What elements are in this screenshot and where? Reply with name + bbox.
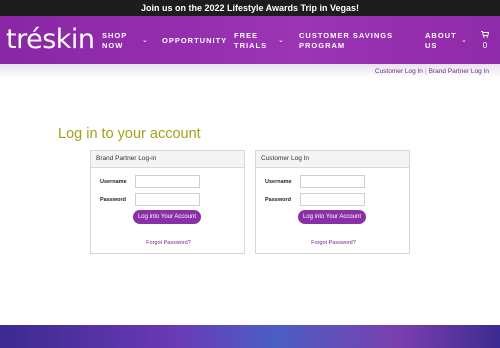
nav-about-us-line2: US xyxy=(425,41,438,50)
password-label: Password xyxy=(265,197,291,203)
nav-shop-now-line1: SHOP xyxy=(102,31,128,40)
chevron-down-icon[interactable]: ⌄ xyxy=(461,36,467,44)
nav-customer-savings-line2: PROGRAM xyxy=(299,41,346,50)
customer-login-panel: Customer Log In Username Password Log in… xyxy=(255,150,410,254)
password-label: Password xyxy=(100,197,126,203)
cart-icon xyxy=(481,31,490,38)
breadcrumb-brand-partner-login[interactable]: Brand Partner Log In xyxy=(429,68,489,75)
nav-about-us[interactable]: ABOUT US xyxy=(425,31,457,51)
brand-partner-login-panel: Brand Partner Log-in Username Password L… xyxy=(90,150,245,254)
brand-partner-username-input[interactable] xyxy=(135,175,200,188)
breadcrumb: Customer Log In | Brand Partner Log In xyxy=(375,68,489,75)
nav-opportunity-label: OPPORTUNITY xyxy=(162,36,228,45)
brand-partner-login-button[interactable]: Log into Your Account xyxy=(133,210,201,224)
customer-username-input[interactable] xyxy=(300,175,365,188)
customer-forgot-password-link[interactable]: Forgot Password? xyxy=(256,240,411,246)
brand-partner-password-input[interactable] xyxy=(135,193,200,206)
nav-free-trials-line1: FREE xyxy=(234,31,259,40)
nav-free-trials-line2: TRIALS xyxy=(234,41,268,50)
breadcrumb-separator: | xyxy=(424,68,427,75)
nav-about-us-line1: ABOUT xyxy=(425,31,457,40)
panel-heading: Customer Log In xyxy=(256,151,409,168)
customer-password-input[interactable] xyxy=(300,193,365,206)
chevron-down-icon[interactable]: ⌄ xyxy=(278,36,284,44)
nav-opportunity[interactable]: OPPORTUNITY xyxy=(162,36,227,46)
username-label: Username xyxy=(100,179,127,185)
page-title: Log in to your account xyxy=(58,126,201,142)
nav-customer-savings-program[interactable]: CUSTOMER SAVINGS PROGRAM xyxy=(299,31,393,51)
brand-logo[interactable]: tréskin xyxy=(6,24,95,55)
announcement-bar[interactable]: Join us on the 2022 Lifestyle Awards Tri… xyxy=(0,0,500,16)
username-label: Username xyxy=(265,179,292,185)
brand-partner-forgot-password-link[interactable]: Forgot Password? xyxy=(91,240,246,246)
cart-button[interactable]: 0 xyxy=(480,31,490,51)
nav-shop-now-line2: NOW xyxy=(102,41,124,50)
nav-shop-now[interactable]: SHOP NOW xyxy=(102,31,127,51)
cart-count: 0 xyxy=(482,41,488,50)
breadcrumb-customer-login[interactable]: Customer Log In xyxy=(375,68,423,75)
main-navigation: tréskin SHOP NOW ⌄ OPPORTUNITY FREE TRIA… xyxy=(0,16,500,64)
customer-login-button[interactable]: Log into Your Account xyxy=(298,210,366,224)
panel-heading: Brand Partner Log-in xyxy=(91,151,244,168)
nav-free-trials[interactable]: FREE TRIALS xyxy=(234,31,267,51)
footer-banner-image xyxy=(0,325,500,348)
nav-customer-savings-line1: CUSTOMER SAVINGS xyxy=(299,31,394,40)
chevron-down-icon[interactable]: ⌄ xyxy=(142,36,148,44)
